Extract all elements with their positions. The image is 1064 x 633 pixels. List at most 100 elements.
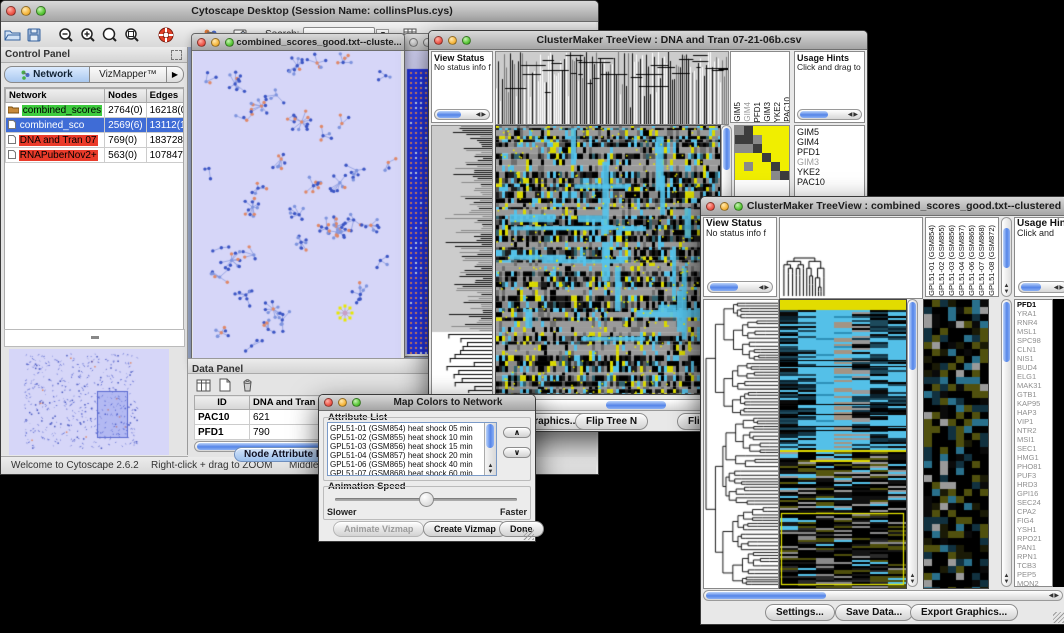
network-graph-canvas[interactable] (193, 51, 401, 361)
matrix-cell[interactable] (762, 135, 771, 144)
close-button[interactable] (197, 38, 206, 47)
zoom-heatmap-vscrollbar[interactable]: ▲▼ (1001, 299, 1012, 587)
matrix-cell[interactable] (735, 162, 744, 171)
tab-vizmapper[interactable]: VizMapper™ (90, 66, 167, 83)
usage-hints-scrollbar[interactable]: ◀▶ (797, 109, 862, 120)
gene-label[interactable]: KAP95 (1015, 399, 1052, 408)
gene-label[interactable]: PHO81 (1015, 462, 1052, 471)
trash-icon[interactable] (238, 377, 256, 393)
matrix-cell[interactable] (744, 144, 753, 153)
heatmap-canvas[interactable] (779, 299, 907, 589)
attribute-item[interactable]: GPL51-01 (GSM854) heat shock 05 min (330, 424, 496, 433)
export-graphics-button[interactable]: Flip Tree N (575, 413, 648, 430)
attribute-listbox[interactable]: GPL51-01 (GSM854) heat shock 05 min GPL51… (327, 422, 497, 476)
column-labels-vscrollbar[interactable]: ▲▼ (1001, 217, 1012, 297)
gene-label[interactable]: PFD1 (1015, 300, 1052, 309)
matrix-cell[interactable] (771, 126, 780, 135)
close-button[interactable] (434, 36, 443, 45)
gene-label[interactable]: MSL1 (1015, 327, 1052, 336)
gene-label[interactable]: GPI16 (1015, 489, 1052, 498)
column-label[interactable]: GPL51-07 (GSM868) (977, 225, 987, 296)
zoom-button[interactable] (734, 202, 743, 211)
gene-label[interactable]: HRD3 (1015, 480, 1052, 489)
id-column-header[interactable]: ID (195, 396, 250, 410)
attribute-item[interactable]: GPL51-04 (GSM857) heat shock 20 min (330, 451, 496, 460)
zoom-fit-icon[interactable] (121, 25, 143, 45)
zoom-column-label[interactable]: GIM3 (763, 102, 772, 122)
matrix-cell[interactable] (771, 171, 780, 180)
gene-label[interactable]: PFD1 (797, 147, 864, 157)
column-label[interactable]: GPL51-03 (GSM856) (947, 225, 957, 296)
minimize-button[interactable] (448, 36, 457, 45)
float-panel-icon[interactable] (171, 50, 182, 60)
matrix-cell[interactable] (780, 153, 789, 162)
matrix-cell[interactable] (735, 153, 744, 162)
gene-label[interactable]: NTR2 (1015, 426, 1052, 435)
matrix-cell[interactable] (753, 171, 762, 180)
heatmap-vscrollbar[interactable]: ▲▼ (907, 299, 918, 587)
matrix-cell[interactable] (762, 126, 771, 135)
matrix-cell[interactable] (744, 162, 753, 171)
close-button[interactable] (6, 6, 16, 16)
network-overview-canvas[interactable] (9, 349, 169, 455)
column-label[interactable]: GPL51-02 (GSM855) (937, 225, 947, 296)
zoom-button[interactable] (225, 38, 234, 47)
done-button[interactable]: Done (499, 521, 544, 537)
zoom-button[interactable] (462, 36, 471, 45)
matrix-cell[interactable] (735, 171, 744, 180)
gene-label[interactable]: SPC98 (1015, 336, 1052, 345)
zoom-selected-icon[interactable] (99, 25, 121, 45)
zoom-in-icon[interactable] (77, 25, 99, 45)
zoom-column-label[interactable]: PFD1 (753, 102, 762, 122)
gene-label[interactable]: HAP3 (1015, 408, 1052, 417)
network-view-titlebar[interactable]: combined_scores_good.txt--cluste... (192, 34, 404, 51)
minimize-button[interactable] (21, 6, 31, 16)
resize-grip[interactable] (523, 529, 534, 540)
column-dendrogram-canvas[interactable] (495, 51, 729, 125)
gene-label[interactable]: YKE2 (797, 167, 864, 177)
tab-overflow-button[interactable]: ▶ (167, 66, 184, 83)
gene-label[interactable]: PAC10 (797, 177, 864, 187)
attribute-item[interactable]: GPL51-03 (GSM856) heat shock 15 min (330, 442, 496, 451)
network-row[interactable]: DNA and Tran 07769(0)183728(0) (6, 133, 185, 148)
attribute-list-vscroll-thumb[interactable] (486, 424, 494, 448)
minimize-button[interactable] (720, 202, 729, 211)
column-label[interactable]: GPL51-08 (GSM872) (987, 225, 997, 296)
gene-label[interactable]: PAN1 (1015, 543, 1052, 552)
gene-label[interactable]: SEC1 (1015, 444, 1052, 453)
zoom-heatmap-canvas[interactable] (923, 299, 989, 589)
gene-label[interactable]: PUF3 (1015, 471, 1052, 480)
dialog-titlebar[interactable]: Map Colors to Network (319, 395, 535, 411)
gene-label[interactable]: MON2 (1015, 579, 1052, 587)
minimize-button[interactable] (338, 398, 347, 407)
matrix-cell[interactable] (735, 126, 744, 135)
minimize-button[interactable] (211, 38, 220, 47)
slider-thumb[interactable] (419, 492, 434, 507)
matrix-cell[interactable] (771, 162, 780, 171)
overview-splitter[interactable] (4, 329, 185, 347)
open-file-icon[interactable] (1, 25, 23, 45)
animate-vizmap-button[interactable]: Animate Vizmap (333, 521, 424, 537)
gene-label[interactable]: GTB1 (1015, 390, 1052, 399)
zoom-matrix[interactable] (735, 126, 789, 180)
network-col-0[interactable]: Network (6, 89, 105, 103)
close-button[interactable] (706, 202, 715, 211)
column-label[interactable]: GPL51-06 (GSM865) (967, 225, 977, 296)
save-icon[interactable] (23, 25, 45, 45)
attribute-item[interactable]: GPL51-07 (GSM868) heat shock 60 min (330, 469, 496, 476)
row-dendrogram-canvas[interactable] (431, 125, 493, 395)
matrix-cell[interactable] (735, 135, 744, 144)
matrix-cell[interactable] (780, 135, 789, 144)
move-down-button[interactable]: ∨ (503, 447, 531, 458)
matrix-cell[interactable] (780, 126, 789, 135)
matrix-cell[interactable] (771, 153, 780, 162)
zoom-button[interactable] (36, 6, 46, 16)
treeview2-titlebar[interactable]: ClusterMaker TreeView : combined_scores_… (701, 197, 1064, 216)
matrix-cell[interactable] (753, 135, 762, 144)
gene-label[interactable]: GIM5 (797, 127, 864, 137)
matrix-cell[interactable] (762, 153, 771, 162)
matrix-cell[interactable] (780, 171, 789, 180)
gene-label[interactable]: GIM4 (797, 137, 864, 147)
table-icon[interactable] (194, 377, 212, 393)
view-status-scrollbar[interactable]: ◀▶ (707, 281, 773, 293)
